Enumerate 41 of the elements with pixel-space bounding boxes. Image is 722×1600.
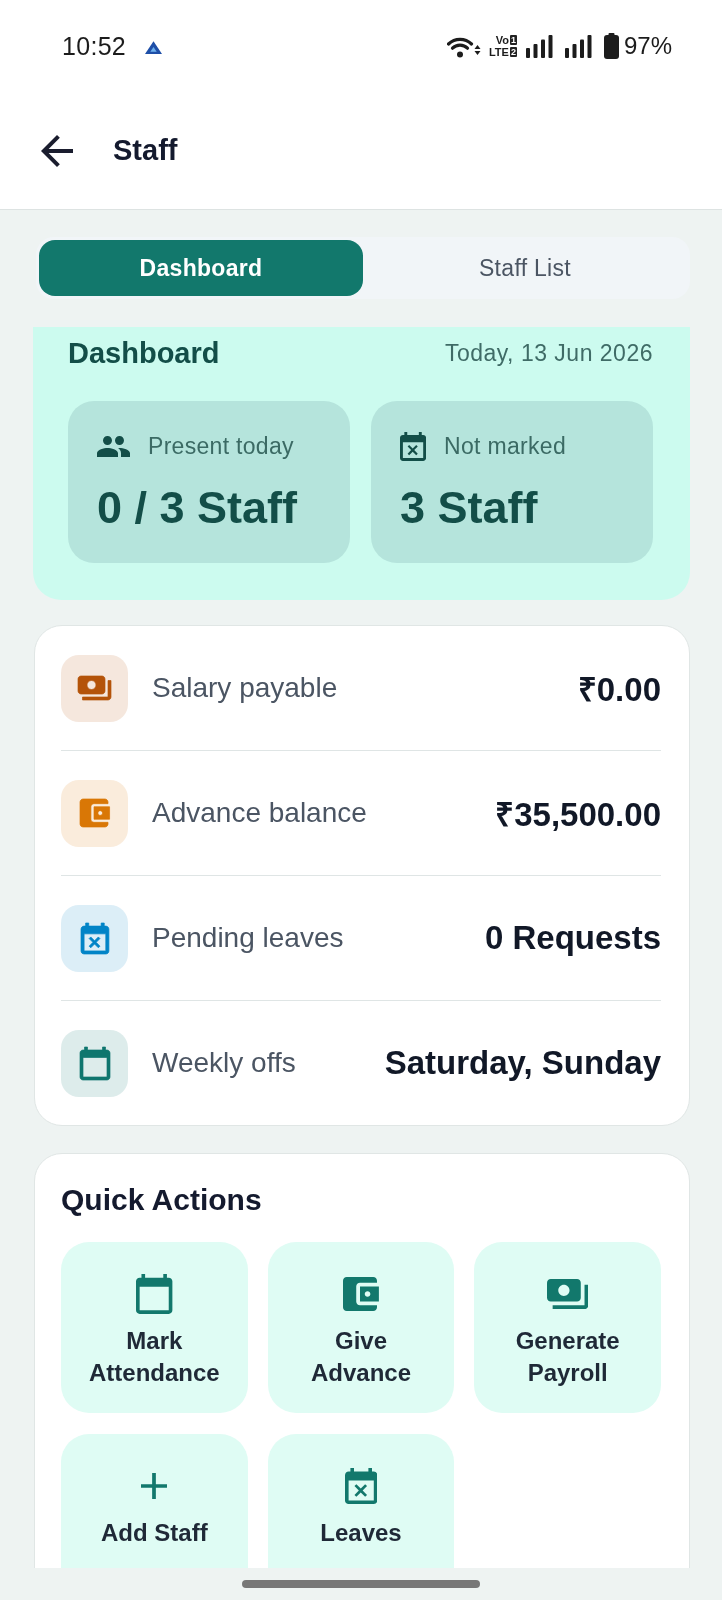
stat-label: Present today	[148, 432, 294, 460]
signal-icon	[564, 34, 592, 58]
signal-icon	[525, 34, 553, 58]
quick-action-button[interactable]: Mark Attendance	[61, 1242, 248, 1413]
people-icon	[97, 435, 130, 457]
stat-value: 3 Staff	[400, 483, 539, 533]
wallet-icon	[343, 1277, 379, 1311]
stat-value: 0 / 3 Staff	[97, 483, 299, 533]
summary-value: ₹35,500.00	[495, 794, 661, 835]
summary-value: 0 Requests	[484, 919, 661, 957]
status-time: 10:52	[62, 31, 127, 61]
summary-label: Salary payable	[152, 672, 338, 704]
sim-slot-label: 1	[509, 35, 517, 45]
triangle-icon	[145, 41, 163, 54]
calendar-x-icon	[344, 1468, 378, 1504]
network-type-label: Vo	[495, 34, 509, 46]
quick-action-button[interactable]: Generate Payroll	[474, 1242, 661, 1413]
banknotes-icon	[547, 1279, 589, 1309]
stat-label: Not marked	[444, 432, 566, 460]
tab[interactable]: Staff List	[363, 240, 687, 296]
sim-slot-label: 2	[509, 47, 517, 57]
network-type-label: LTE	[488, 46, 509, 58]
quick-action-button[interactable]: Leaves	[267, 1434, 455, 1568]
quick-action-button[interactable]: Give Advance	[267, 1242, 455, 1413]
plus-icon	[141, 1473, 168, 1499]
battery-icon	[603, 33, 619, 59]
section-title: Dashboard	[68, 336, 220, 370]
section-title: Quick Actions	[61, 1182, 263, 1218]
back-icon	[41, 134, 73, 167]
page-title: Staff	[113, 134, 178, 167]
quick-action-button[interactable]: Add Staff	[61, 1434, 248, 1568]
summary-value: Saturday, Sunday	[384, 1044, 661, 1082]
tab[interactable]: Dashboard	[39, 240, 363, 296]
summary-label: Advance balance	[152, 797, 367, 829]
summary-label: Weekly offs	[152, 1047, 296, 1079]
summary-value: ₹0.00	[577, 669, 661, 710]
date-label: Today, 13 Jun 2026	[444, 339, 653, 367]
summary-label: Pending leaves	[152, 922, 344, 954]
calendar-icon	[136, 1274, 173, 1314]
calendar-x-icon	[400, 431, 427, 461]
battery-percent: 97%	[623, 32, 672, 60]
